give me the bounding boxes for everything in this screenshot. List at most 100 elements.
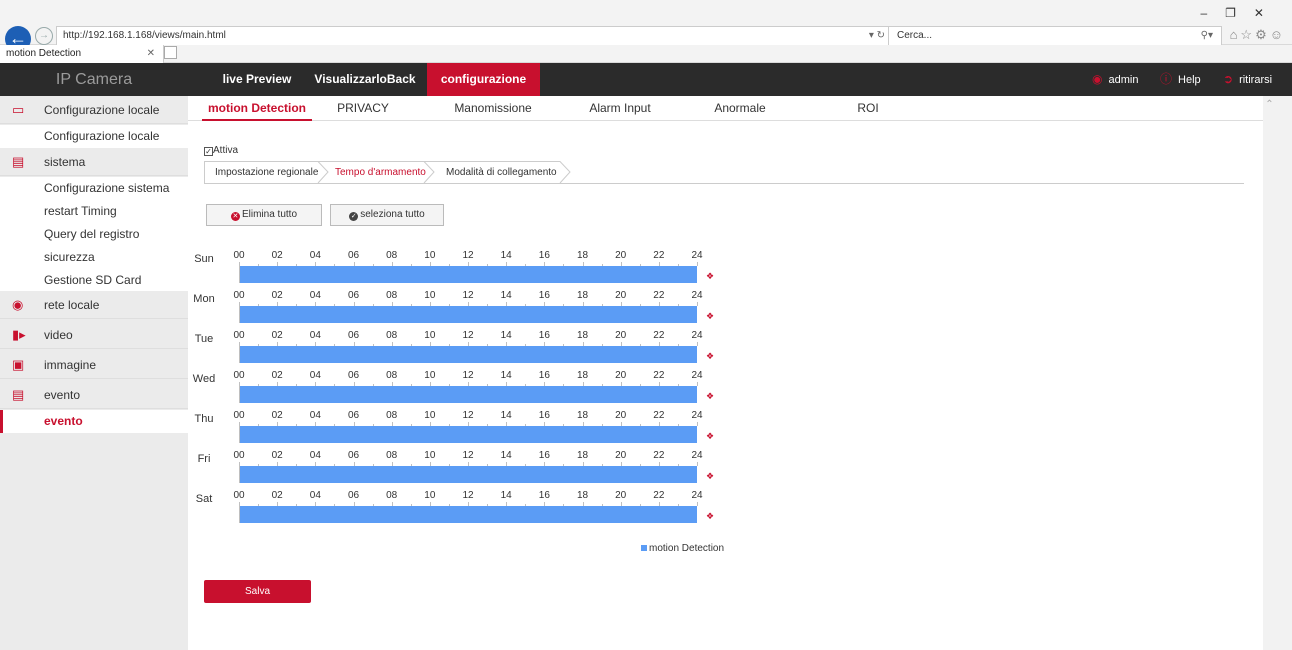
check-circle-icon: ✓ [349, 212, 359, 221]
hour-label: 00 [233, 410, 245, 421]
hour-label: 22 [653, 450, 665, 461]
nav-playback[interactable]: VisualizzarloBack [303, 63, 427, 96]
sidebar-item-restart-timing[interactable]: restart Timing [0, 200, 188, 223]
schedule-bar-sat[interactable] [239, 506, 697, 523]
nav-configurazione[interactable]: configurazione [427, 63, 540, 96]
schedule-bar-fri[interactable] [239, 466, 697, 483]
hour-label: 02 [271, 290, 283, 301]
browser-icons[interactable]: ⌂☆⚙☺ [1230, 27, 1286, 43]
schedule-bar-mon[interactable] [239, 306, 697, 323]
hour-label: 00 [233, 490, 245, 501]
tab-manomissione[interactable]: Manomissione [448, 96, 538, 121]
hour-label: 14 [500, 250, 512, 261]
hour-label: 02 [271, 490, 283, 501]
sidebar-item-security[interactable]: sicurezza [0, 246, 188, 269]
hour-label: 18 [576, 330, 589, 341]
delete-all-button[interactable]: ✕ Elimina tutto [206, 204, 322, 226]
hour-label: 04 [309, 290, 321, 301]
search-input[interactable]: Cerca... ⚲▾ [888, 26, 1222, 46]
scrollbar[interactable] [1263, 96, 1292, 650]
save-button[interactable]: Salva [204, 580, 311, 603]
clear-day-icon[interactable]: ❖ [706, 351, 714, 362]
hour-label: 16 [538, 490, 550, 501]
user-menu[interactable]: ◉ admin [1092, 63, 1138, 96]
step-linkage[interactable]: Modalità di collegamento [436, 162, 557, 183]
select-all-label: seleziona tutto [360, 209, 425, 220]
window-controls[interactable]: –❐✕ [1201, 6, 1283, 20]
checkbox-icon[interactable]: ✓ [204, 147, 213, 156]
hour-label: 02 [271, 450, 283, 461]
sidebar-item-evento[interactable]: evento [0, 410, 188, 433]
hour-label: 22 [653, 370, 665, 381]
step-arming-time[interactable]: Tempo d'armamento [325, 162, 426, 183]
step-breadcrumb: Impostazione regionale Tempo d'armamento… [204, 160, 1244, 184]
enable-checkbox[interactable]: ✓Attiva [204, 145, 238, 156]
clear-day-icon[interactable]: ❖ [706, 311, 714, 322]
sidebar-group-immagine[interactable]: ▣ immagine [0, 351, 188, 379]
scroll-up-icon[interactable]: ⌃ [1262, 98, 1277, 112]
hour-label: 14 [500, 490, 512, 501]
schedule-bar-sun[interactable] [239, 266, 697, 283]
hour-label: 16 [538, 450, 550, 461]
sidebar-group-evento[interactable]: ▤ evento [0, 381, 188, 409]
schedule-bar-tue[interactable] [239, 346, 697, 363]
sidebar-group-video[interactable]: ▮▸ video [0, 321, 188, 349]
schedule-bar-wed[interactable] [239, 386, 697, 403]
tab-motion-detection[interactable]: motion Detection [202, 96, 312, 121]
hour-label: 10 [424, 450, 436, 461]
schedule-bar-thu[interactable] [239, 426, 697, 443]
select-all-button[interactable]: ✓ seleziona tutto [330, 204, 444, 226]
hour-label: 16 [538, 290, 550, 301]
tab-anormale[interactable]: Anormale [705, 96, 775, 121]
globe-icon: ◉ [12, 297, 24, 312]
clear-day-icon[interactable]: ❖ [706, 511, 714, 522]
hour-label: 06 [347, 250, 360, 261]
hour-label: 00 [233, 290, 245, 301]
day-label-fri: Fri [197, 453, 211, 465]
tab-roi[interactable]: ROI [848, 96, 888, 121]
hour-label: 18 [576, 370, 589, 381]
browser-toolbar: ← → http://192.168.1.168/views/main.html… [0, 0, 1292, 52]
new-tab-button[interactable] [164, 46, 177, 59]
sidebar-item-local-config[interactable]: Configurazione locale [0, 125, 188, 148]
tab-alarm-input[interactable]: Alarm Input [580, 96, 660, 121]
browser-tab[interactable]: motion Detection ✕ [0, 45, 164, 63]
sidebar-group-sistema[interactable]: ▤ sistema [0, 148, 188, 176]
sidebar-item-log-query[interactable]: Query del registro [0, 223, 188, 246]
clear-day-icon[interactable]: ❖ [706, 391, 714, 402]
tab-privacy[interactable]: PRIVACY [328, 96, 398, 121]
hour-label: 12 [462, 490, 474, 501]
sidebar-item-sd-card[interactable]: Gestione SD Card [0, 269, 188, 292]
hour-label: 00 [233, 450, 245, 461]
user-name: admin [1108, 74, 1139, 86]
sidebar-group-local-config[interactable]: ▭ Configurazione locale [0, 96, 188, 124]
hour-tick [697, 342, 698, 346]
clear-day-icon[interactable]: ❖ [706, 471, 714, 482]
step-regional[interactable]: Impostazione regionale [205, 162, 318, 183]
hour-label: 06 [347, 330, 360, 341]
hour-label: 16 [538, 370, 550, 381]
hour-label: 00 [233, 370, 245, 381]
clear-day-icon[interactable]: ❖ [706, 431, 714, 442]
hour-label: 00 [233, 250, 245, 261]
close-tab-icon[interactable]: ✕ [147, 45, 155, 62]
tab-strip [0, 45, 1292, 63]
hour-label: 22 [653, 410, 665, 421]
help-icon: ⓘ [1160, 72, 1173, 86]
hour-label: 24 [691, 490, 703, 501]
sidebar-group-rete-locale[interactable]: ◉ rete locale [0, 291, 188, 319]
hour-label: 06 [347, 410, 360, 421]
sidebar-item-system-config[interactable]: Configurazione sistema [0, 177, 188, 200]
address-bar[interactable]: http://192.168.1.168/views/main.html ▾ ↻ [56, 26, 896, 46]
refresh-icon[interactable]: ▾ ↻ [869, 27, 885, 45]
clear-day-icon[interactable]: ❖ [706, 271, 714, 282]
hour-tick [697, 382, 698, 386]
hour-label: 18 [576, 410, 589, 421]
forward-button[interactable]: → [35, 27, 53, 45]
help-link[interactable]: ⓘ Help [1160, 63, 1201, 96]
logout-link[interactable]: ➲ ritirarsi [1223, 63, 1272, 96]
hour-label: 04 [309, 490, 321, 501]
nav-live-preview[interactable]: live Preview [211, 63, 303, 96]
search-icon[interactable]: ⚲▾ [1201, 27, 1213, 45]
hour-label: 10 [424, 410, 436, 421]
